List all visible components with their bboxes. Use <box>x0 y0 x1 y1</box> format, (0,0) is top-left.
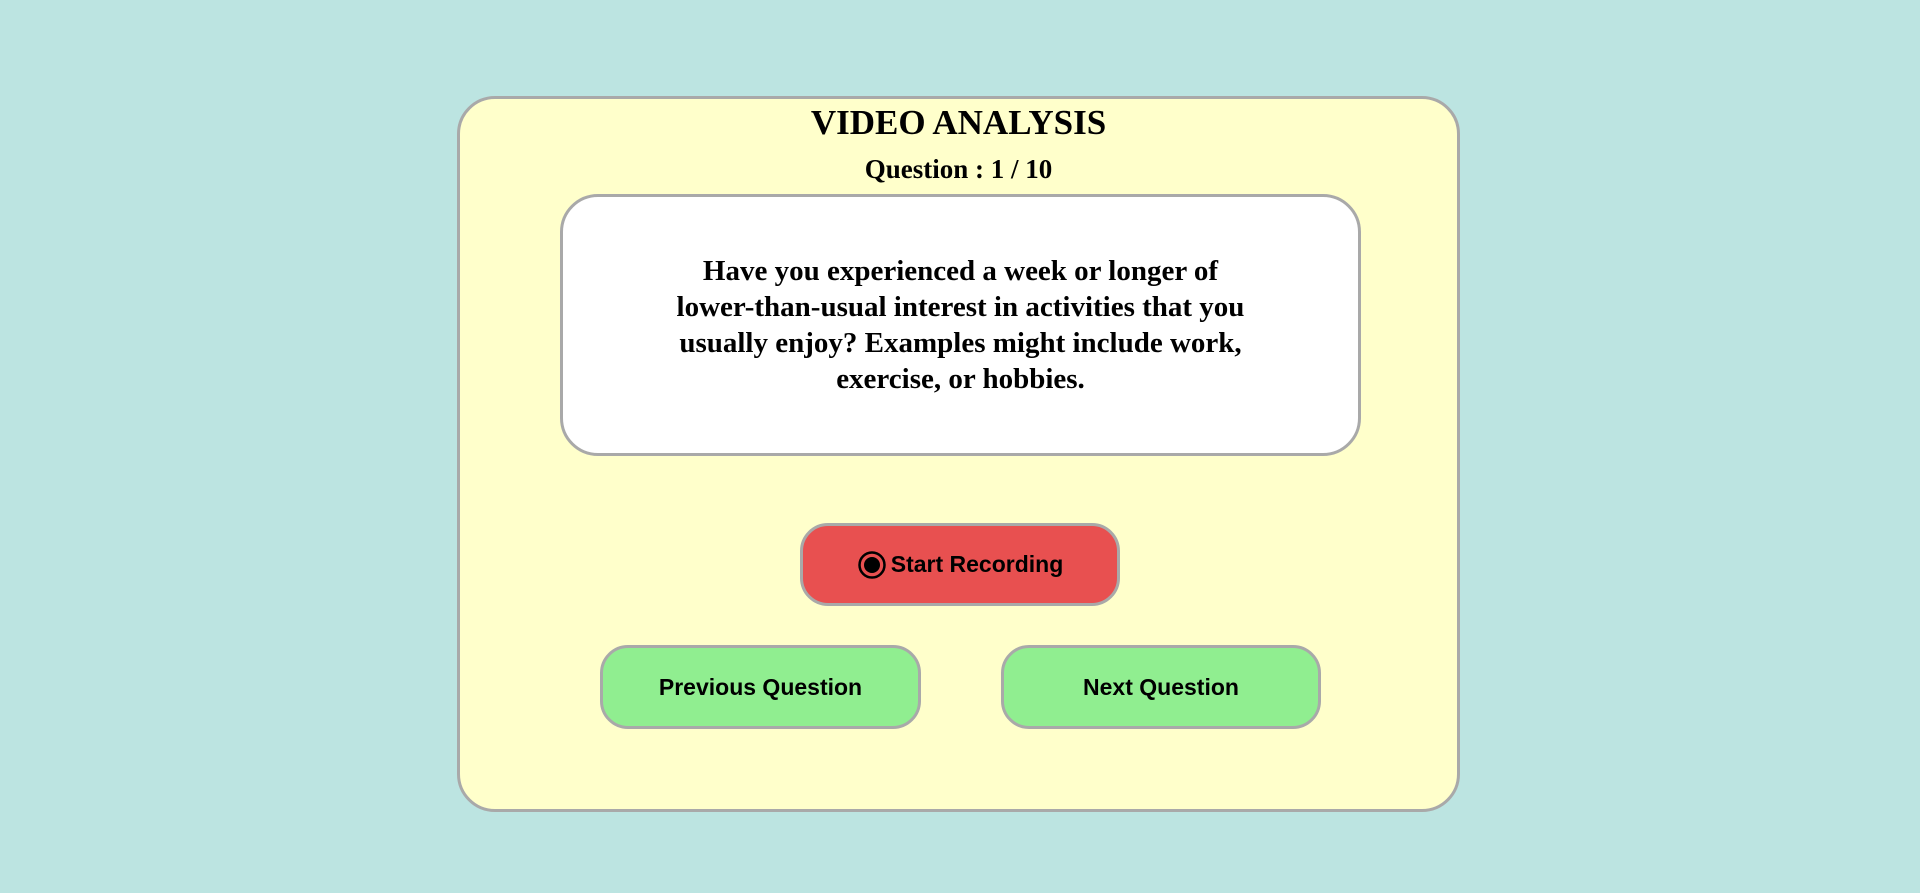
video-analysis-card: VIDEO ANALYSIS Question : 1 / 10 Have yo… <box>457 96 1460 812</box>
start-recording-label: Start Recording <box>890 551 1064 577</box>
previous-question-button[interactable]: Previous Question <box>600 645 921 729</box>
next-question-button[interactable]: Next Question <box>1001 645 1321 729</box>
question-box: Have you experienced a week or longer of… <box>560 194 1361 456</box>
page-title: VIDEO ANALYSIS <box>810 103 1107 142</box>
previous-question-label: Previous Question <box>658 673 863 700</box>
question-counter: Question : 1 / 10 <box>864 154 1053 184</box>
question-text: Have you experienced a week or longer of… <box>676 255 1245 395</box>
start-recording-button[interactable]: Start Recording <box>800 523 1120 606</box>
record-icon <box>857 550 887 580</box>
next-question-label: Next Question <box>1083 673 1239 700</box>
